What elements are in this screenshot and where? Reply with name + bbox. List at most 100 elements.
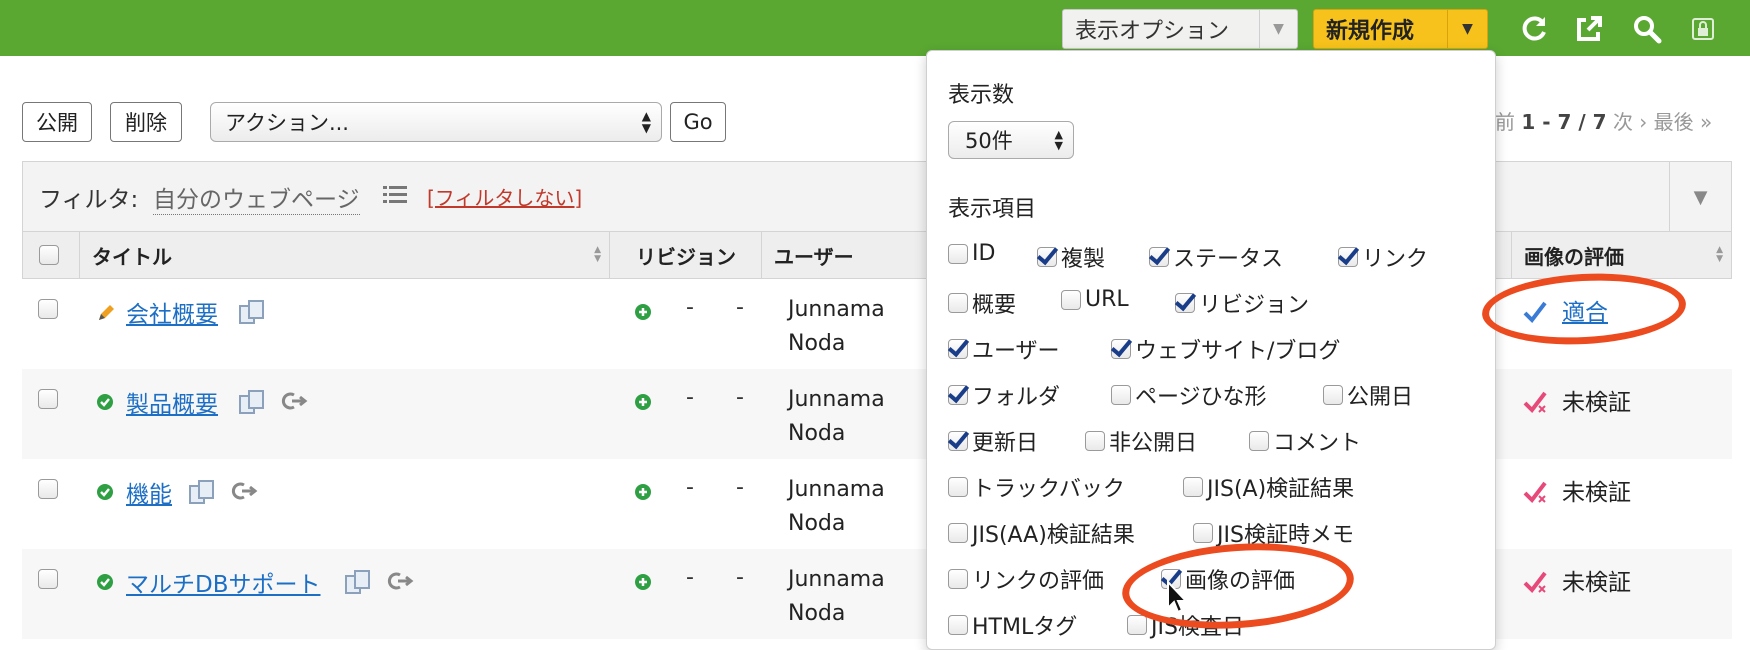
- option-checkbox[interactable]: [948, 431, 968, 451]
- option-label: 複製: [1061, 247, 1106, 272]
- option-checkbox[interactable]: [948, 615, 968, 635]
- column-option-website-blog[interactable]: ウェブサイト/ブログ: [1111, 333, 1340, 365]
- option-checkbox[interactable]: [1323, 385, 1343, 405]
- duplicate-icon[interactable]: [238, 389, 266, 419]
- column-image-eval-label: 画像の評価: [1524, 244, 1624, 269]
- lock-icon[interactable]: [1686, 12, 1720, 46]
- option-label: 公開日: [1347, 385, 1414, 410]
- column-option-link-eval[interactable]: リンクの評価: [948, 563, 1104, 595]
- search-icon[interactable]: [1630, 12, 1664, 46]
- display-options-button[interactable]: 表示オプション ▼: [1062, 9, 1298, 49]
- delete-button[interactable]: 削除: [110, 102, 182, 142]
- external-link-icon[interactable]: [1572, 12, 1606, 46]
- go-button[interactable]: Go: [670, 102, 726, 142]
- option-label: コメント: [1273, 431, 1362, 456]
- chevron-down-icon[interactable]: ▼: [1259, 10, 1297, 48]
- mouse-cursor-icon: [1166, 579, 1189, 618]
- view-link-icon[interactable]: [230, 481, 258, 505]
- add-revision-icon[interactable]: [634, 303, 652, 325]
- column-option-page-template[interactable]: ページひな形: [1111, 379, 1267, 411]
- option-checkbox[interactable]: [948, 569, 968, 589]
- option-checkbox[interactable]: [1175, 293, 1195, 313]
- option-checkbox[interactable]: [1111, 385, 1131, 405]
- view-link-icon[interactable]: [386, 571, 414, 595]
- revision-value: -: [686, 385, 694, 410]
- filter-value[interactable]: 自分のウェブページ: [153, 180, 360, 215]
- page-title-link[interactable]: マルチDBサポート: [126, 565, 321, 599]
- option-checkbox[interactable]: [1149, 247, 1169, 267]
- row-checkbox[interactable]: [38, 389, 58, 409]
- list-icon[interactable]: [383, 184, 407, 208]
- select-arrows-icon: ▲ ▼: [1054, 128, 1063, 152]
- duplicate-icon[interactable]: [344, 569, 372, 599]
- column-option-status[interactable]: ステータス: [1149, 241, 1283, 273]
- select-all-checkbox[interactable]: [39, 245, 59, 265]
- option-checkbox[interactable]: [1193, 523, 1213, 543]
- column-option-duplicate[interactable]: 複製: [1037, 241, 1105, 273]
- option-label: リンク: [1362, 247, 1429, 272]
- count-label: 表示数: [948, 83, 1015, 108]
- option-checkbox[interactable]: [948, 243, 968, 264]
- option-checkbox[interactable]: [1085, 431, 1105, 451]
- column-option-folder[interactable]: フォルダ: [948, 379, 1060, 411]
- view-link-icon[interactable]: [280, 391, 308, 415]
- option-checkbox[interactable]: [1127, 615, 1147, 635]
- page-title-link[interactable]: 会社概要: [126, 295, 218, 329]
- column-image-eval[interactable]: 画像の評価 ▲ ▼: [1511, 232, 1731, 278]
- option-checkbox[interactable]: [948, 523, 968, 543]
- column-option-modified-date[interactable]: 更新日: [948, 425, 1038, 457]
- row-checkbox[interactable]: [38, 569, 58, 589]
- option-checkbox[interactable]: [1183, 477, 1203, 497]
- column-option-link[interactable]: リンク: [1338, 241, 1428, 273]
- option-checkbox[interactable]: [948, 477, 968, 497]
- column-option-summary[interactable]: 概要: [948, 287, 1016, 319]
- column-title[interactable]: タイトル ▲ ▼: [79, 232, 609, 278]
- row-checkbox[interactable]: [38, 299, 58, 319]
- column-option-jis-a[interactable]: JIS(A)検証結果: [1183, 471, 1354, 503]
- revision-value: -: [736, 475, 744, 500]
- column-revision-label: リビジョン: [636, 244, 736, 269]
- option-checkbox[interactable]: [948, 385, 968, 405]
- clear-filter-link[interactable]: [フィルタしない]: [427, 182, 582, 211]
- duplicate-icon[interactable]: [188, 479, 216, 509]
- user-name: Junnama Noda: [788, 473, 885, 541]
- action-select[interactable]: アクション... ▲ ▼: [210, 102, 662, 142]
- column-revision[interactable]: リビジョン: [609, 232, 761, 278]
- option-label: フォルダ: [972, 385, 1061, 410]
- count-select[interactable]: 50件 ▲ ▼: [948, 121, 1074, 159]
- column-option-html-tag[interactable]: HTMLタグ: [948, 609, 1077, 641]
- add-revision-icon[interactable]: [634, 573, 652, 595]
- column-option-id[interactable]: ID: [948, 241, 995, 266]
- chevron-down-icon[interactable]: ▼: [1447, 10, 1487, 48]
- refresh-icon[interactable]: [1517, 12, 1551, 46]
- chevron-down-icon[interactable]: ▼: [1669, 162, 1731, 232]
- page-title-link[interactable]: 製品概要: [126, 385, 218, 419]
- option-checkbox[interactable]: [1061, 289, 1081, 310]
- option-checkbox[interactable]: [948, 339, 968, 359]
- column-option-revision[interactable]: リビジョン: [1175, 287, 1309, 319]
- option-checkbox[interactable]: [948, 293, 968, 313]
- row-checkbox[interactable]: [38, 479, 58, 499]
- option-label: リビジョン: [1199, 293, 1310, 318]
- revision-value: -: [686, 565, 694, 590]
- option-checkbox[interactable]: [1111, 339, 1131, 359]
- publish-button[interactable]: 公開: [22, 102, 92, 142]
- option-checkbox[interactable]: [1249, 431, 1269, 451]
- column-option-user[interactable]: ユーザー: [948, 333, 1060, 365]
- column-option-url[interactable]: URL: [1061, 287, 1129, 312]
- add-revision-icon[interactable]: [634, 393, 652, 415]
- page-title-link[interactable]: 機能: [126, 475, 172, 509]
- option-checkbox[interactable]: [1037, 247, 1057, 267]
- option-label: ID: [972, 241, 996, 266]
- column-option-jis-aa[interactable]: JIS(AA)検証結果: [948, 517, 1135, 549]
- column-option-trackback[interactable]: トラックバック: [948, 471, 1125, 503]
- option-label: ウェブサイト/ブログ: [1135, 339, 1341, 364]
- user-last-name: Noda: [788, 601, 846, 626]
- column-option-unpublish-date[interactable]: 非公開日: [1085, 425, 1197, 457]
- new-button[interactable]: 新規作成 ▼: [1313, 9, 1488, 49]
- option-checkbox[interactable]: [1338, 247, 1358, 267]
- duplicate-icon[interactable]: [238, 299, 266, 329]
- column-option-comment[interactable]: コメント: [1249, 425, 1361, 457]
- column-option-publish-date[interactable]: 公開日: [1323, 379, 1413, 411]
- add-revision-icon[interactable]: [634, 483, 652, 505]
